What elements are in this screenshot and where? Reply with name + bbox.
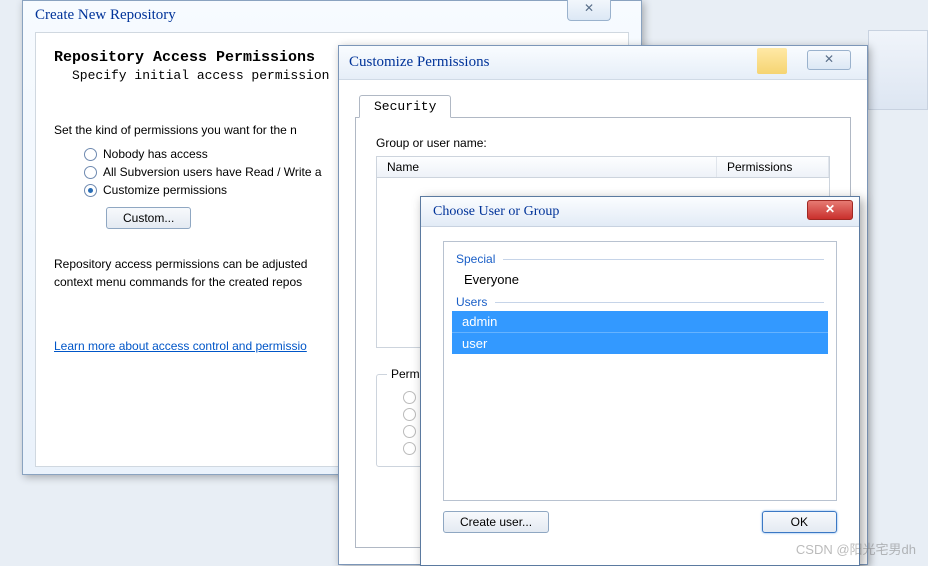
dialog-title: Customize Permissions <box>349 54 489 71</box>
radio-icon <box>84 184 97 197</box>
radio-icon <box>84 148 97 161</box>
radio-icon <box>403 442 416 455</box>
column-permissions[interactable]: Permissions <box>717 157 829 177</box>
folder-icon <box>757 48 787 74</box>
close-button[interactable]: ✕ <box>567 0 611 21</box>
dialog-title: Choose User or Group <box>433 204 559 220</box>
grid-header: Name Permissions <box>376 156 830 178</box>
ok-button[interactable]: OK <box>762 511 837 533</box>
radio-label: Nobody has access <box>103 147 208 161</box>
radio-icon <box>403 391 416 404</box>
section-special: Special <box>444 248 836 268</box>
dialog-titlebar: Choose User or Group ✕ <box>421 197 859 227</box>
user-group-list[interactable]: Special Everyone Users admin user <box>443 241 837 501</box>
learn-more-link[interactable]: Learn more about access control and perm… <box>54 339 307 353</box>
tab-strip: Security <box>355 96 851 118</box>
radio-icon <box>84 166 97 179</box>
close-button[interactable]: ✕ <box>807 50 851 70</box>
close-button[interactable]: ✕ <box>807 200 853 220</box>
list-item-user[interactable]: user <box>452 333 828 354</box>
radio-label: All Subversion users have Read / Write a <box>103 165 322 179</box>
dialog-body: Special Everyone Users admin user Create… <box>421 227 859 547</box>
section-users: Users <box>444 291 836 311</box>
list-item-admin[interactable]: admin <box>452 311 828 333</box>
dialog-title: Create New Repository <box>23 1 641 28</box>
tab-security[interactable]: Security <box>359 95 451 118</box>
watermark: CSDN @阳光宅男dh <box>796 539 916 558</box>
column-name[interactable]: Name <box>377 157 717 177</box>
dialog-titlebar: Customize Permissions ✕ <box>339 46 867 80</box>
create-user-button[interactable]: Create user... <box>443 511 549 533</box>
group-user-label: Group or user name: <box>376 136 830 150</box>
background-window-fragment <box>868 30 928 110</box>
radio-icon <box>403 408 416 421</box>
custom-button[interactable]: Custom... <box>106 207 191 229</box>
radio-label: Customize permissions <box>103 183 227 197</box>
radio-icon <box>403 425 416 438</box>
dialog-buttons: Create user... OK <box>443 511 837 533</box>
choose-user-group-dialog: Choose User or Group ✕ Special Everyone … <box>420 196 860 566</box>
list-item-everyone[interactable]: Everyone <box>444 268 836 291</box>
